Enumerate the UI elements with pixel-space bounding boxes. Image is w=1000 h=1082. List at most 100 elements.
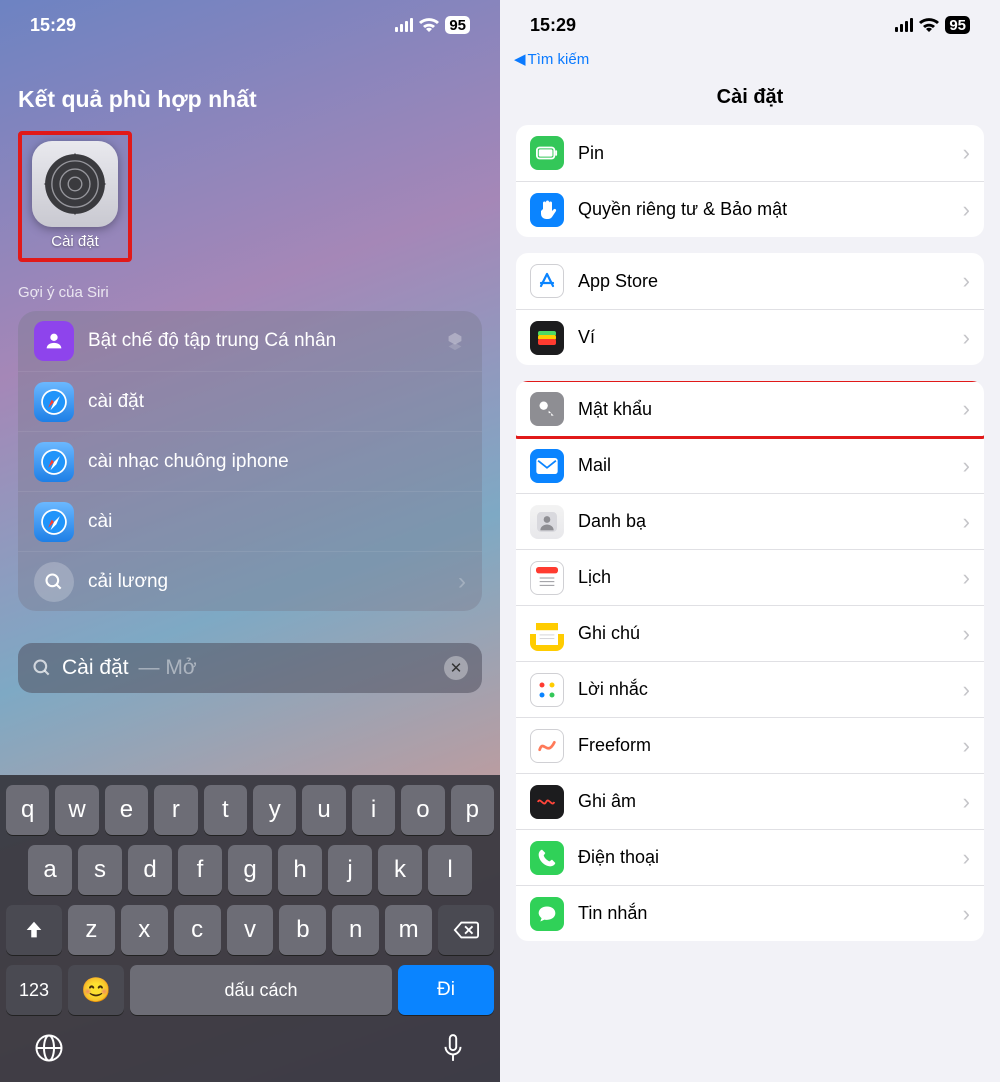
settings-row-battery[interactable]: Pin ›	[516, 125, 984, 181]
chevron-right-icon: ›	[963, 396, 970, 422]
reminders-icon	[530, 673, 564, 707]
settings-row-wallet[interactable]: Ví ›	[516, 309, 984, 365]
search-icon	[32, 658, 52, 678]
key-c[interactable]: c	[174, 905, 221, 955]
key-f[interactable]: f	[178, 845, 222, 895]
key-d[interactable]: d	[128, 845, 172, 895]
settings-row-key[interactable]: Mật khẩu ›	[516, 381, 984, 437]
settings-row-freeform[interactable]: Freeform ›	[516, 717, 984, 773]
key-shift[interactable]	[6, 905, 62, 955]
settings-screen: 15:29 95 ◀ Tìm kiếm Cài đặt Pin › Quyền …	[500, 0, 1000, 1082]
settings-icon	[32, 141, 118, 227]
key-q[interactable]: q	[6, 785, 49, 835]
key-j[interactable]: j	[328, 845, 372, 895]
chevron-right-icon: ›	[963, 677, 970, 703]
back-button[interactable]: ◀ Tìm kiếm	[500, 50, 1000, 68]
key-backspace[interactable]	[438, 905, 494, 955]
key-v[interactable]: v	[227, 905, 274, 955]
settings-row-appstore[interactable]: App Store ›	[516, 253, 984, 309]
search-query: Cài đặt	[62, 656, 129, 680]
wifi-icon	[919, 18, 939, 33]
settings-row-reminders[interactable]: Lời nhắc ›	[516, 661, 984, 717]
top-hit-label: Cài đặt	[32, 233, 118, 250]
chevron-right-icon: ›	[963, 325, 970, 351]
globe-icon[interactable]	[34, 1033, 64, 1070]
safari-icon	[34, 442, 74, 482]
key-l[interactable]: l	[428, 845, 472, 895]
settings-row-label: Ví	[578, 327, 949, 348]
key-s[interactable]: s	[78, 845, 122, 895]
settings-row-label: Freeform	[578, 735, 949, 756]
settings-row-messages[interactable]: Tin nhắn ›	[516, 885, 984, 941]
key-r[interactable]: r	[154, 785, 197, 835]
hand-icon	[530, 193, 564, 227]
battery-indicator: 95	[945, 16, 970, 34]
mic-icon[interactable]	[440, 1033, 466, 1070]
settings-row-contacts[interactable]: Danh bạ ›	[516, 493, 984, 549]
key-n[interactable]: n	[332, 905, 379, 955]
search-field[interactable]: Cài đặt — Mở ✕	[18, 643, 482, 693]
key-t[interactable]: t	[204, 785, 247, 835]
key-u[interactable]: u	[302, 785, 345, 835]
settings-row-label: Quyền riêng tư & Bảo mật	[578, 199, 949, 220]
settings-row-mail[interactable]: Mail ›	[516, 437, 984, 493]
settings-row-label: Mail	[578, 455, 949, 476]
focus-icon	[34, 321, 74, 361]
siri-item-label: cài nhạc chuông iphone	[88, 451, 466, 473]
key-g[interactable]: g	[228, 845, 272, 895]
appstore-icon	[530, 264, 564, 298]
cellular-icon	[395, 18, 413, 32]
settings-row-voicememo[interactable]: Ghi âm ›	[516, 773, 984, 829]
key-b[interactable]: b	[279, 905, 326, 955]
key-z[interactable]: z	[68, 905, 115, 955]
spotlight-screen: 15:29 95 Kết quả phù hợp nhất Cài đặt Gợ…	[0, 0, 500, 1082]
key-icon	[530, 392, 564, 426]
settings-group: App Store › Ví ›	[516, 253, 984, 365]
chevron-right-icon: ›	[963, 621, 970, 647]
chevron-right-icon: ›	[963, 789, 970, 815]
key-w[interactable]: w	[55, 785, 98, 835]
settings-row-notes[interactable]: Ghi chú ›	[516, 605, 984, 661]
settings-row-label: Tin nhắn	[578, 903, 949, 924]
key-p[interactable]: p	[451, 785, 494, 835]
key-123[interactable]: 123	[6, 965, 62, 1015]
key-o[interactable]: o	[401, 785, 444, 835]
search-icon	[34, 562, 74, 602]
settings-row-label: Lịch	[578, 567, 949, 588]
contacts-icon	[530, 505, 564, 539]
page-title: Cài đặt	[500, 86, 1000, 109]
settings-row-phone[interactable]: Điện thoại ›	[516, 829, 984, 885]
settings-row-label: Điện thoại	[578, 847, 949, 868]
key-x[interactable]: x	[121, 905, 168, 955]
chevron-right-icon: ›	[963, 197, 970, 223]
clear-icon[interactable]: ✕	[444, 656, 468, 680]
siri-item-label: cài đặt	[88, 391, 466, 413]
settings-row-hand[interactable]: Quyền riêng tư & Bảo mật ›	[516, 181, 984, 237]
key-m[interactable]: m	[385, 905, 432, 955]
calendar-icon	[530, 561, 564, 595]
key-h[interactable]: h	[278, 845, 322, 895]
settings-row-label: App Store	[578, 271, 949, 292]
siri-item[interactable]: cài đặt	[18, 371, 482, 431]
key-emoji[interactable]: 😊	[68, 965, 124, 1015]
siri-item[interactable]: Bật chế độ tập trung Cá nhân	[18, 311, 482, 371]
key-k[interactable]: k	[378, 845, 422, 895]
key-space[interactable]: dấu cách	[130, 965, 392, 1015]
settings-row-label: Ghi chú	[578, 623, 949, 644]
siri-item[interactable]: cài nhạc chuông iphone	[18, 431, 482, 491]
siri-suggestions: Bật chế độ tập trung Cá nhân cài đặt cài…	[18, 311, 482, 611]
key-i[interactable]: i	[352, 785, 395, 835]
voicememo-icon	[530, 785, 564, 819]
siri-item[interactable]: cải lương ›	[18, 551, 482, 611]
settings-row-label: Pin	[578, 143, 949, 164]
key-go[interactable]: Đi	[398, 965, 494, 1015]
siri-item-label: cải lương	[88, 571, 444, 593]
top-hit-app[interactable]: Cài đặt	[18, 131, 132, 262]
settings-row-calendar[interactable]: Lịch ›	[516, 549, 984, 605]
keyboard: qwertyuiop asdfghjkl zxcvbnm 123 😊 dấu c…	[0, 775, 500, 1082]
key-e[interactable]: e	[105, 785, 148, 835]
siri-item[interactable]: cài	[18, 491, 482, 551]
key-y[interactable]: y	[253, 785, 296, 835]
notes-icon	[530, 617, 564, 651]
key-a[interactable]: a	[28, 845, 72, 895]
